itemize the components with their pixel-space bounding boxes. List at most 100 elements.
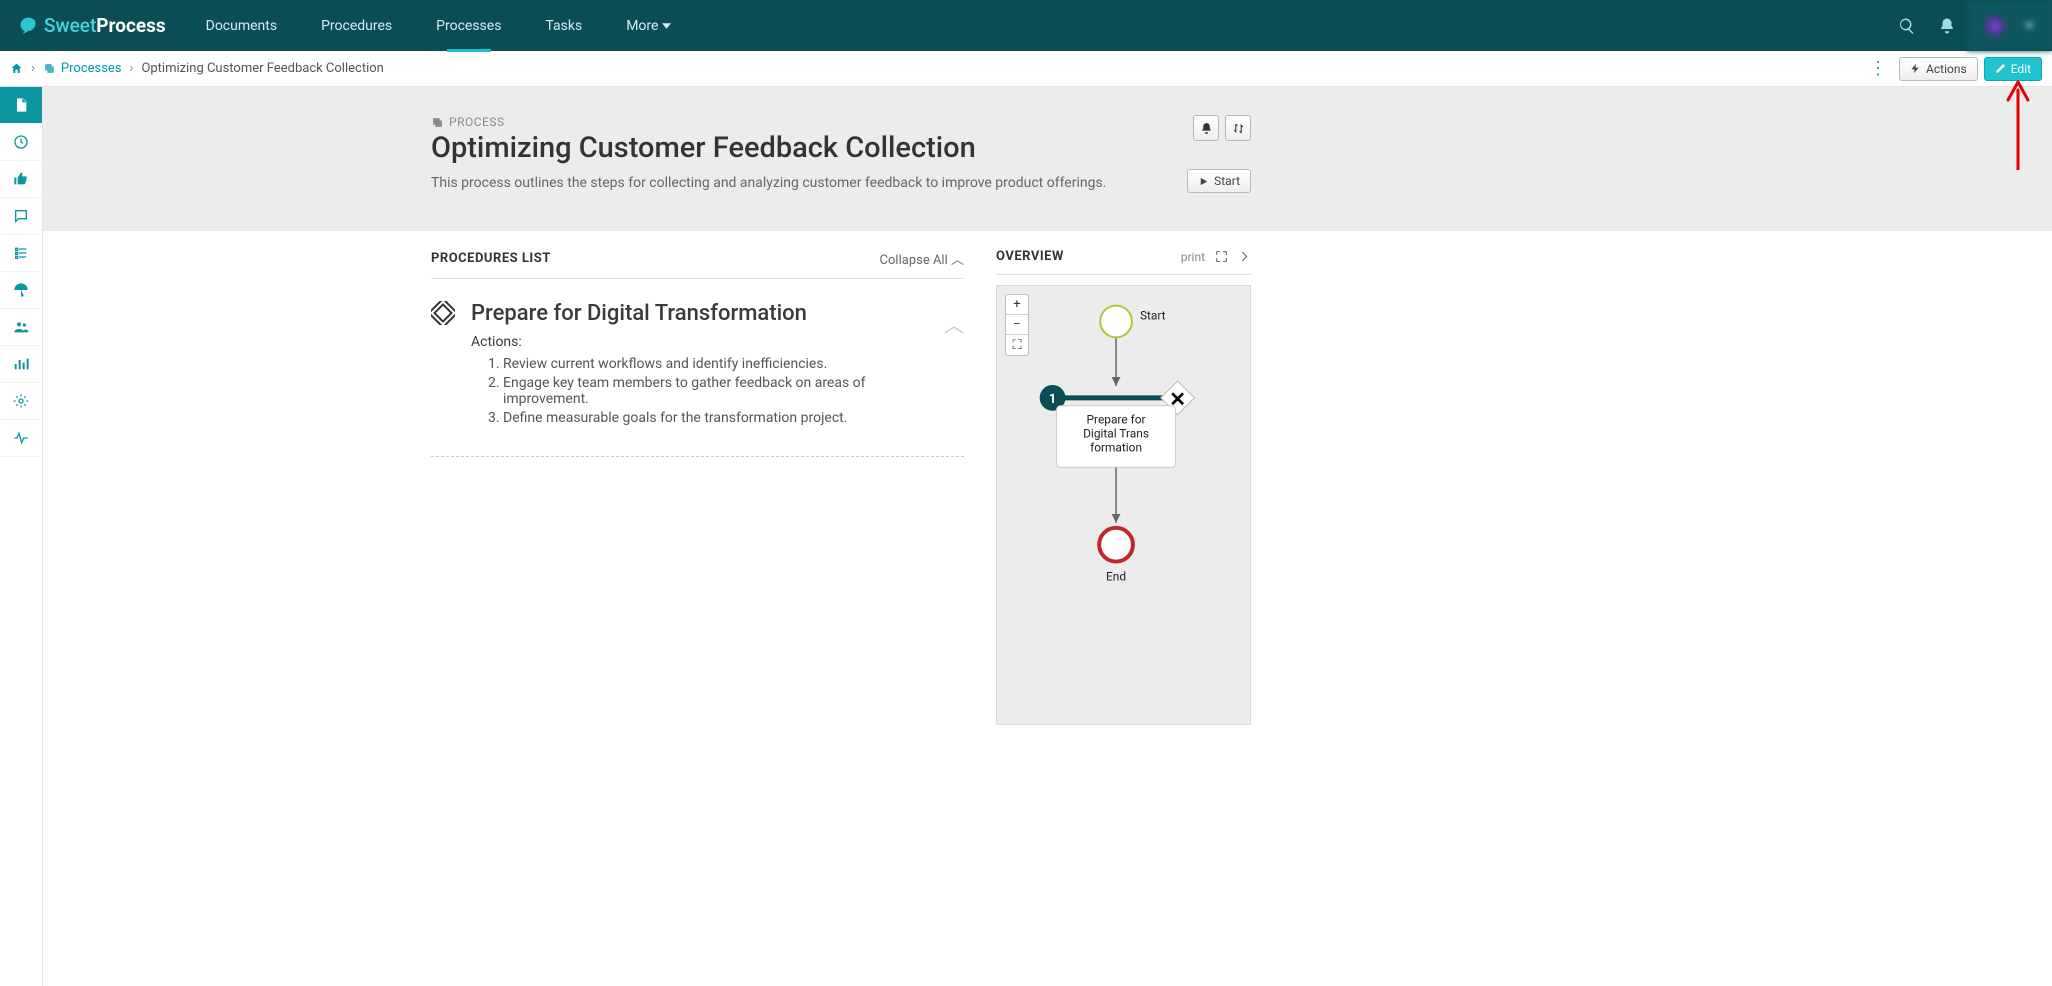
procedure-step: Define measurable goals for the transfor…	[503, 410, 928, 426]
start-button[interactable]: Start	[1187, 169, 1251, 193]
svg-text:formation: formation	[1090, 440, 1142, 454]
sort-button[interactable]	[1225, 115, 1251, 141]
flow-end-label: End	[1106, 569, 1126, 583]
content-columns: PROCEDURES LIST Collapse All ︿ Prepare f…	[431, 249, 1251, 725]
print-button[interactable]: print	[1181, 250, 1205, 264]
actions-button-label: Actions	[1926, 62, 1967, 76]
main-layout: PROCESS Optimizing Customer Feedback Col…	[0, 87, 2052, 986]
chevron-right-icon[interactable]	[1238, 250, 1251, 263]
actions-button[interactable]: Actions	[1899, 57, 1978, 81]
chevron-down-icon	[662, 23, 671, 29]
decision-icon	[431, 301, 455, 426]
collapse-all-label: Collapse All	[880, 253, 948, 268]
file-icon	[13, 97, 29, 113]
user-menu[interactable]: ​​​​​​​​​​​​​​	[1967, 0, 2052, 51]
brand-icon	[18, 16, 38, 36]
procedures-list-header: PROCEDURES LIST Collapse All ︿	[431, 249, 964, 279]
nav-documents-label: Documents	[206, 18, 277, 34]
overview-column: OVERVIEW print + − ⛶	[996, 249, 1251, 725]
start-button-label: Start	[1214, 174, 1240, 188]
subbar-right: ⋮ Actions Edit	[1863, 54, 2042, 83]
gear-icon	[13, 393, 29, 409]
rail-approve[interactable]	[0, 161, 42, 198]
edit-button[interactable]: Edit	[1984, 57, 2042, 81]
svg-text:Prepare for: Prepare for	[1087, 413, 1146, 427]
flowchart-svg: Start 1 ✕ Prepare for Digital Trans form…	[997, 286, 1250, 724]
brand-logo[interactable]: SweetProcess	[0, 14, 184, 37]
breadcrumb-home[interactable]	[10, 62, 23, 75]
breadcrumb-bar: › Processes › Optimizing Customer Feedba…	[0, 51, 2052, 87]
rail-tasks[interactable]	[0, 235, 42, 272]
flow-start-label: Start	[1140, 308, 1166, 322]
flow-diagram: + − ⛶ Start	[996, 285, 1251, 725]
bell-icon	[1938, 17, 1956, 35]
edit-icon	[1995, 63, 2006, 74]
bell-icon	[1200, 122, 1213, 135]
top-nav: SweetProcess Documents Procedures Proces…	[0, 0, 2052, 51]
left-rail	[0, 87, 43, 986]
overview-title: OVERVIEW	[996, 249, 1064, 264]
clock-icon	[13, 134, 29, 150]
page-description: This process outlines the steps for coll…	[431, 175, 1251, 191]
overview-header: OVERVIEW print	[996, 249, 1251, 275]
nav-right: ​​​​​​​​​​​​​​	[1887, 0, 2052, 51]
chat-icon	[13, 208, 29, 224]
expand-icon[interactable]	[1215, 250, 1228, 263]
nav-more[interactable]: More	[604, 0, 693, 51]
rail-risk[interactable]	[0, 272, 42, 309]
rail-reports[interactable]	[0, 346, 42, 383]
breadcrumb-current: Optimizing Customer Feedback Collection	[141, 61, 383, 76]
nav-processes-label: Processes	[436, 18, 501, 34]
search-button[interactable]	[1887, 0, 1927, 51]
procedures-list-title: PROCEDURES LIST	[431, 251, 551, 266]
procedure-steps-list: Review current workflows and identify in…	[503, 356, 928, 426]
play-icon	[1198, 176, 1209, 187]
nav-documents[interactable]: Documents	[184, 0, 299, 51]
procedure-actions-label: Actions:	[471, 334, 928, 350]
nav-tasks[interactable]: Tasks	[523, 0, 604, 51]
edit-button-label: Edit	[2011, 62, 2031, 76]
header-right-controls	[1193, 115, 1251, 141]
more-options-button[interactable]: ⋮	[1863, 54, 1893, 83]
nav-more-label: More	[626, 18, 658, 34]
notifications-button[interactable]	[1927, 0, 1967, 51]
bar-chart-icon	[13, 356, 29, 372]
procedure-item: Prepare for Digital Transformation Actio…	[431, 301, 964, 457]
breadcrumb-separator: ›	[31, 61, 35, 76]
procedure-collapse-button[interactable]: ︿	[944, 309, 964, 338]
procedure-body: Prepare for Digital Transformation Actio…	[471, 301, 928, 426]
home-icon	[10, 62, 23, 75]
procedures-column: PROCEDURES LIST Collapse All ︿ Prepare f…	[431, 249, 964, 725]
nav-procedures-label: Procedures	[321, 18, 392, 34]
procedure-step: Engage key team members to gather feedba…	[503, 375, 928, 407]
collapse-all-button[interactable]: Collapse All ︿	[880, 249, 964, 268]
procedure-title: Prepare for Digital Transformation	[471, 301, 928, 326]
list-icon	[13, 245, 29, 261]
rail-settings[interactable]	[0, 383, 42, 420]
stack-icon	[43, 62, 56, 75]
thumbs-up-icon	[13, 171, 29, 187]
rail-content[interactable]	[0, 87, 42, 124]
nav-procedures[interactable]: Procedures	[299, 0, 414, 51]
lightning-icon	[1910, 63, 1921, 74]
procedure-step: Review current workflows and identify in…	[503, 356, 928, 372]
brand-text-process: Process	[96, 14, 165, 37]
subscribe-button[interactable]	[1193, 115, 1219, 141]
rail-team[interactable]	[0, 309, 42, 346]
page-title: Optimizing Customer Feedback Collection	[431, 131, 1251, 165]
breadcrumb-separator: ›	[130, 61, 134, 76]
overview-controls: print	[1181, 250, 1251, 264]
brand-text-sweet: Sweet	[44, 14, 96, 37]
rail-history[interactable]	[0, 124, 42, 161]
rail-comments[interactable]	[0, 198, 42, 235]
chevron-down-icon	[2025, 23, 2034, 29]
nav-processes[interactable]: Processes	[414, 0, 523, 51]
flow-step-number: 1	[1049, 392, 1056, 407]
chevron-up-icon: ︿	[951, 253, 964, 268]
breadcrumb-processes[interactable]: Processes	[43, 61, 122, 76]
sort-icon	[1232, 122, 1245, 135]
search-icon	[1898, 17, 1916, 35]
umbrella-icon	[13, 282, 29, 298]
rail-activity[interactable]	[0, 420, 42, 457]
process-kicker: PROCESS	[431, 115, 1251, 129]
